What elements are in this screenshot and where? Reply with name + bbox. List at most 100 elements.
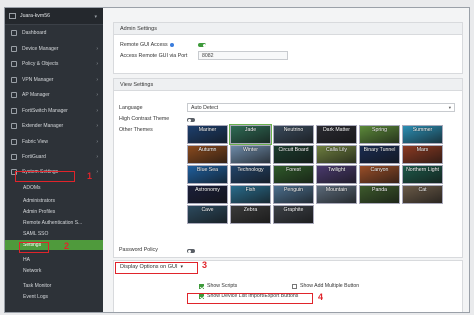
annotation-step-1: 1 xyxy=(87,171,93,181)
theme-zebra[interactable]: Zebra xyxy=(230,205,271,224)
show-add-multiple-label: Show Add Multiple Button xyxy=(300,283,360,289)
theme-neutrino[interactable]: Neutrino xyxy=(273,125,314,144)
menu-icon xyxy=(11,91,17,98)
sidebar-item-fortiguard[interactable]: FortiGuard › xyxy=(5,151,103,162)
theme-graphite[interactable]: Graphite xyxy=(273,205,314,224)
chevron-right-icon: › xyxy=(96,153,98,160)
theme-label: Zebra xyxy=(243,207,258,213)
theme-winter[interactable]: Winter xyxy=(230,145,271,164)
theme-circuit-board[interactable]: Circuit Board xyxy=(273,145,314,164)
sidebar-subitem-network[interactable]: Network xyxy=(5,266,103,276)
theme-label: Dark Matter xyxy=(322,127,351,133)
show-scripts-checkbox[interactable] xyxy=(199,284,204,289)
theme-autumn[interactable]: Autumn xyxy=(187,145,228,164)
remote-gui-port-input[interactable]: 8082 xyxy=(198,51,288,60)
show-scripts-label: Show Scripts xyxy=(207,283,238,289)
theme-binary-tunnel[interactable]: Binary Tunnel xyxy=(359,145,400,164)
show-add-multiple-checkbox[interactable] xyxy=(292,284,297,289)
theme-calla-lily[interactable]: Calla Lily xyxy=(316,145,357,164)
password-policy-toggle[interactable] xyxy=(187,249,195,253)
info-icon[interactable] xyxy=(169,42,174,47)
theme-twilight[interactable]: Twilight xyxy=(316,165,357,184)
caret-down-icon: ▾ xyxy=(94,14,97,20)
sidebar-subitem-task-monitor[interactable]: Task Monitor xyxy=(5,281,103,291)
theme-astronomy[interactable]: Astronomy xyxy=(187,185,228,204)
remote-gui-access-toggle[interactable] xyxy=(198,43,206,47)
theme-dark-matter[interactable]: Dark Matter xyxy=(316,125,357,144)
theme-blue-sea[interactable]: Blue Sea xyxy=(187,165,228,184)
theme-mariner[interactable]: Mariner xyxy=(187,125,228,144)
menu-icon xyxy=(11,60,17,67)
sidebar-subitem-saml-sso[interactable]: SAML SSO xyxy=(5,229,103,239)
device-icon xyxy=(9,13,16,19)
theme-penguin[interactable]: Penguin xyxy=(273,185,314,204)
sidebar-subitem-administrators[interactable]: Administrators xyxy=(5,196,103,206)
menu-icon xyxy=(11,29,17,36)
theme-cat[interactable]: Cat xyxy=(402,185,443,204)
other-themes-label: Other Themes xyxy=(119,127,153,133)
annotation-step-3: 3 xyxy=(202,260,208,270)
sidebar: Juara-kvm56 ▾ Dashboard Device Manager › Po… xyxy=(5,8,103,312)
sidebar-item-fabric-view[interactable]: Fabric View › xyxy=(5,136,103,147)
host-name: Juara-kvm56 xyxy=(20,13,50,19)
chevron-right-icon: › xyxy=(96,60,98,67)
language-value: Auto Detect xyxy=(191,104,219,111)
theme-northern-light[interactable]: Northern Light xyxy=(402,165,443,184)
sidebar-subitem-admin-profiles[interactable]: Admin Profiles xyxy=(5,207,103,217)
theme-mountain[interactable]: Mountain xyxy=(316,185,357,204)
theme-label: Spring xyxy=(372,127,387,133)
sidebar-subitem-remote-authentication-s-[interactable]: Remote Authentication S... xyxy=(5,218,103,228)
sidebar-item-dashboard[interactable]: Dashboard xyxy=(5,27,103,38)
sidebar-subitem-adoms[interactable]: ADOMs xyxy=(5,183,103,193)
system-settings-highlight xyxy=(15,171,75,182)
sidebar-item-label: FortiSwitch Manager xyxy=(22,107,68,114)
high-contrast-toggle[interactable] xyxy=(187,118,195,122)
sidebar-item-vpn-manager[interactable]: VPN Manager › xyxy=(5,74,103,85)
menu-icon xyxy=(11,45,17,52)
theme-label: Mars xyxy=(416,147,429,153)
theme-cave[interactable]: Cave xyxy=(187,205,228,224)
admin-settings-panel: Admin Settings Remote GUI Access Access … xyxy=(113,22,463,74)
sidebar-subitem-event-logs[interactable]: Event Logs xyxy=(5,292,103,302)
menu-icon xyxy=(11,153,17,160)
language-select[interactable]: Auto Detect ▾ xyxy=(187,103,455,112)
chevron-down-icon: ▾ xyxy=(448,104,451,110)
sidebar-item-label: Fabric View xyxy=(22,138,49,145)
chevron-right-icon: › xyxy=(96,107,98,114)
menu-icon xyxy=(11,122,17,129)
settings-highlight xyxy=(19,242,49,253)
sidebar-item-extender-manager[interactable]: Extender Manager › xyxy=(5,120,103,131)
sidebar-item-label: Dashboard xyxy=(22,29,47,36)
theme-label: Calla Lily xyxy=(325,147,348,153)
sidebar-item-device-manager[interactable]: Device Manager › xyxy=(5,43,103,54)
sidebar-item-ap-manager[interactable]: AP Manager › xyxy=(5,89,103,100)
sidebar-item-fortiswitch-manager[interactable]: FortiSwitch Manager › xyxy=(5,105,103,116)
theme-panda[interactable]: Panda xyxy=(359,185,400,204)
host-selector[interactable]: Juara-kvm56 ▾ xyxy=(5,8,103,25)
theme-technology[interactable]: Technology xyxy=(230,165,271,184)
chevron-right-icon: › xyxy=(96,76,98,83)
theme-forest[interactable]: Forest xyxy=(273,165,314,184)
theme-label: Neutrino xyxy=(283,127,304,133)
theme-spring[interactable]: Spring xyxy=(359,125,400,144)
theme-label: Mariner xyxy=(198,127,217,133)
menu-icon xyxy=(11,138,17,145)
sidebar-subitem-ha[interactable]: HA xyxy=(5,255,103,265)
theme-label: Graphite xyxy=(283,207,304,213)
import-export-highlight xyxy=(187,293,313,304)
theme-mars[interactable]: Mars xyxy=(402,145,443,164)
theme-summer[interactable]: Summer xyxy=(402,125,443,144)
theme-label: Cave xyxy=(201,207,214,213)
sidebar-item-label: Device Manager xyxy=(22,45,59,52)
theme-label: Twilight xyxy=(327,167,346,173)
theme-canyon[interactable]: Canyon xyxy=(359,165,400,184)
remote-gui-port-label: Access Remote GUI via Port xyxy=(120,53,188,59)
theme-label: Technology xyxy=(237,167,264,173)
sidebar-item-policy-objects[interactable]: Policy & Objects › xyxy=(5,58,103,69)
theme-label: Mountain xyxy=(325,187,348,193)
theme-fish[interactable]: Fish xyxy=(230,185,271,204)
theme-label: Northern Light xyxy=(406,167,439,173)
theme-jade[interactable]: Jade xyxy=(229,124,272,145)
theme-label: Jade xyxy=(244,127,257,133)
chevron-right-icon: › xyxy=(96,138,98,145)
